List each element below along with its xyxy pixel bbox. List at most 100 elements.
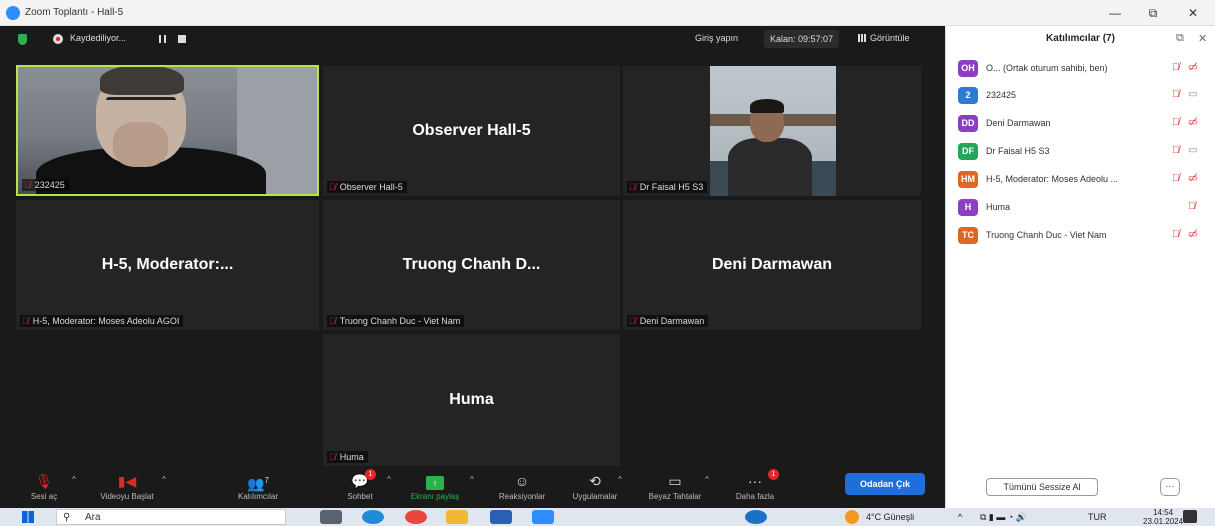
reactions-button[interactable]: ☺ Reaksiyonlar: [492, 469, 552, 508]
video-tile-observer[interactable]: Observer Hall-5 🎙̸ Observer Hall-5: [323, 66, 620, 196]
whiteboards-button[interactable]: ▭ Beyaz Tahtalar: [640, 469, 710, 508]
participant-row[interactable]: H Huma 🎙̸: [958, 199, 1213, 217]
camera-off-icon[interactable]: ▭̸: [1188, 173, 1197, 184]
share-options-caret[interactable]: ^: [470, 475, 474, 484]
video-tile-huma[interactable]: Huma 🎙̸ Huma: [323, 334, 620, 466]
participant-row[interactable]: HM H-5, Moderator: Moses Adeolu ... 🎙̸ ▭…: [958, 171, 1213, 189]
participant-row[interactable]: TC Truong Chanh Duc - Viet Nam 🎙̸ ▭̸: [958, 227, 1213, 245]
share-screen-icon: ↑: [426, 476, 444, 490]
windows-start-icon[interactable]: [22, 511, 34, 523]
participant-video-dr-faisal: [710, 66, 836, 196]
camera-off-icon[interactable]: ▭̸: [1188, 62, 1197, 73]
weather-icon: [845, 510, 859, 524]
tile-display-name: Huma: [449, 391, 494, 408]
camera-on-icon[interactable]: ▭: [1188, 89, 1197, 100]
tile-name-tag: 🎙̸ Deni Darmawan: [627, 315, 709, 327]
mic-muted-icon[interactable]: 🎙̸: [1172, 173, 1180, 184]
participant-name: Dr Faisal H5 S3: [986, 146, 1050, 156]
mic-muted-icon: 🎙̸: [329, 182, 336, 192]
edge-icon[interactable]: [362, 510, 384, 524]
zoom-taskbar-icon[interactable]: [532, 510, 554, 524]
video-tile-dr-faisal[interactable]: 🎙̸ Dr Faisal H5 S3: [623, 66, 921, 196]
maximize-button[interactable]: ⧉: [1138, 3, 1168, 23]
share-screen-button[interactable]: ↑ Ekranı paylaş: [410, 469, 460, 508]
leave-meeting-button[interactable]: Odadan Çık: [845, 473, 925, 495]
close-window-button[interactable]: ✕: [1178, 3, 1208, 23]
participant-row[interactable]: 2 232425 🎙̸ ▭: [958, 87, 1213, 105]
window-titlebar: Zoom Toplantı - Hall-5 — ⧉ ✕: [0, 0, 1215, 26]
tile-name-tag: 🎙̸ Dr Faisal H5 S3: [627, 181, 708, 193]
grid-view-icon: [858, 34, 866, 42]
chrome-icon[interactable]: [405, 510, 427, 524]
tile-display-name: H-5, Moderator:...: [101, 256, 234, 273]
tile-name-tag: 🎙̸ Huma: [327, 451, 368, 463]
chat-options-caret[interactable]: ^: [387, 475, 391, 484]
view-label: Görüntüle: [870, 33, 910, 43]
mute-all-button[interactable]: Tümünü Sessize Al: [986, 478, 1098, 496]
signin-link[interactable]: Giriş yapın: [695, 33, 738, 43]
unmute-button[interactable]: 🎙 Sesi aç: [24, 469, 64, 508]
task-view-icon[interactable]: [320, 510, 342, 524]
taskbar-clock[interactable]: 14:54 23.01.2024: [1143, 508, 1183, 526]
participants-button[interactable]: 👥7 Katılımcılar: [230, 469, 286, 508]
apps-button[interactable]: ⟲ Uygulamalar: [566, 469, 624, 508]
tile-name-tag: 🎙̸ Truong Chanh Duc - Viet Nam: [327, 315, 465, 327]
video-tile-truong[interactable]: Truong Chanh D... 🎙̸ Truong Chanh Duc - V…: [323, 200, 620, 330]
apps-options-caret[interactable]: ^: [618, 475, 622, 484]
participant-row[interactable]: DD Deni Darmawan 🎙̸ ▭̸: [958, 115, 1213, 133]
participant-name: H-5, Moderator: Moses Adeolu ...: [986, 174, 1119, 184]
close-panel-icon[interactable]: ✕: [1198, 32, 1207, 45]
recording-status: Kaydediliyor...: [70, 33, 127, 43]
camera-off-icon[interactable]: ▭̸: [1188, 117, 1197, 128]
tray-chevron-icon[interactable]: ^: [958, 509, 962, 525]
participant-name: 232425: [986, 90, 1017, 100]
window-title: Zoom Toplantı - Hall-5: [25, 7, 124, 18]
video-tile-deni[interactable]: Deni Darmawan 🎙̸ Deni Darmawan: [623, 200, 921, 330]
meeting-toolbar: 🎙 Sesi aç ^ ▮◀ Videoyu Başlat ^ 👥7 Katılımc…: [0, 469, 945, 508]
search-icon: ⚲: [63, 512, 71, 523]
windows-taskbar: ⚲ Ara 4°C Güneşli ^ ⧉ ▮ ▬ ◔ 🔊 TUR 14:54 …: [0, 508, 1215, 526]
panel-more-button[interactable]: ···: [1160, 478, 1180, 496]
mic-muted-icon: 🎙̸: [329, 316, 336, 326]
mic-muted-icon[interactable]: 🎙̸: [1188, 201, 1196, 212]
participant-row[interactable]: DF Dr Faisal H5 S3 🎙̸ ▭: [958, 143, 1213, 161]
mic-muted-icon[interactable]: 🎙̸: [1172, 229, 1180, 240]
taskbar-search[interactable]: ⚲ Ara: [56, 509, 286, 525]
file-explorer-icon[interactable]: [446, 510, 468, 524]
input-language[interactable]: TUR: [1088, 509, 1107, 525]
camera-off-icon[interactable]: ▭̸: [1188, 229, 1197, 240]
mic-muted-icon[interactable]: 🎙̸: [1172, 62, 1180, 73]
video-tile-moderator[interactable]: H-5, Moderator:... 🎙̸ H-5, Moderator: Mos…: [16, 200, 319, 330]
tile-name-tag: 🎙̸ Observer Hall-5: [327, 181, 407, 193]
stop-recording-icon[interactable]: [178, 35, 186, 43]
camera-on-icon[interactable]: ▭: [1188, 145, 1197, 156]
word-icon[interactable]: [490, 510, 512, 524]
minimize-button[interactable]: —: [1100, 3, 1130, 23]
tray-icons[interactable]: ⧉ ▮ ▬ ◔ 🔊: [980, 509, 1027, 525]
participant-video-232425: [18, 67, 317, 194]
popout-icon[interactable]: ⧉: [1176, 32, 1184, 45]
security-shield-icon[interactable]: [18, 34, 27, 45]
notification-icon[interactable]: [1183, 510, 1197, 523]
video-tile-232425[interactable]: 🎙̸ 232425: [16, 65, 319, 196]
whiteboard-options-caret[interactable]: ^: [705, 475, 709, 484]
mic-muted-icon[interactable]: 🎙̸: [1172, 89, 1180, 100]
audio-options-caret[interactable]: ^: [72, 475, 76, 484]
mic-muted-icon[interactable]: 🎙̸: [1172, 117, 1180, 128]
participant-row[interactable]: OH O... (Ortak oturum sahibi, ben) 🎙̸ ▭̸: [958, 60, 1213, 78]
time-remaining-badge: Kalan: 09:57:07: [764, 30, 840, 48]
mic-muted-icon[interactable]: 🎙̸: [1172, 145, 1180, 156]
view-button[interactable]: Görüntüle: [858, 33, 910, 43]
mic-muted-icon: 🎙̸: [24, 180, 31, 190]
avatar: HM: [958, 171, 978, 188]
zoom-app-icon: [6, 6, 20, 20]
pause-recording-icon[interactable]: [159, 35, 166, 43]
video-options-caret[interactable]: ^: [162, 475, 166, 484]
weather-text[interactable]: 4°C Güneşli: [866, 509, 914, 525]
panel-title: Katılımcılar (7): [1046, 33, 1115, 44]
tile-display-name: Observer Hall-5: [412, 122, 531, 139]
app-icon[interactable]: [745, 510, 767, 524]
tile-display-name: Deni Darmawan: [711, 256, 833, 273]
start-video-button[interactable]: ▮◀ Videoyu Başlat: [92, 469, 162, 508]
search-placeholder: Ara: [85, 512, 101, 523]
